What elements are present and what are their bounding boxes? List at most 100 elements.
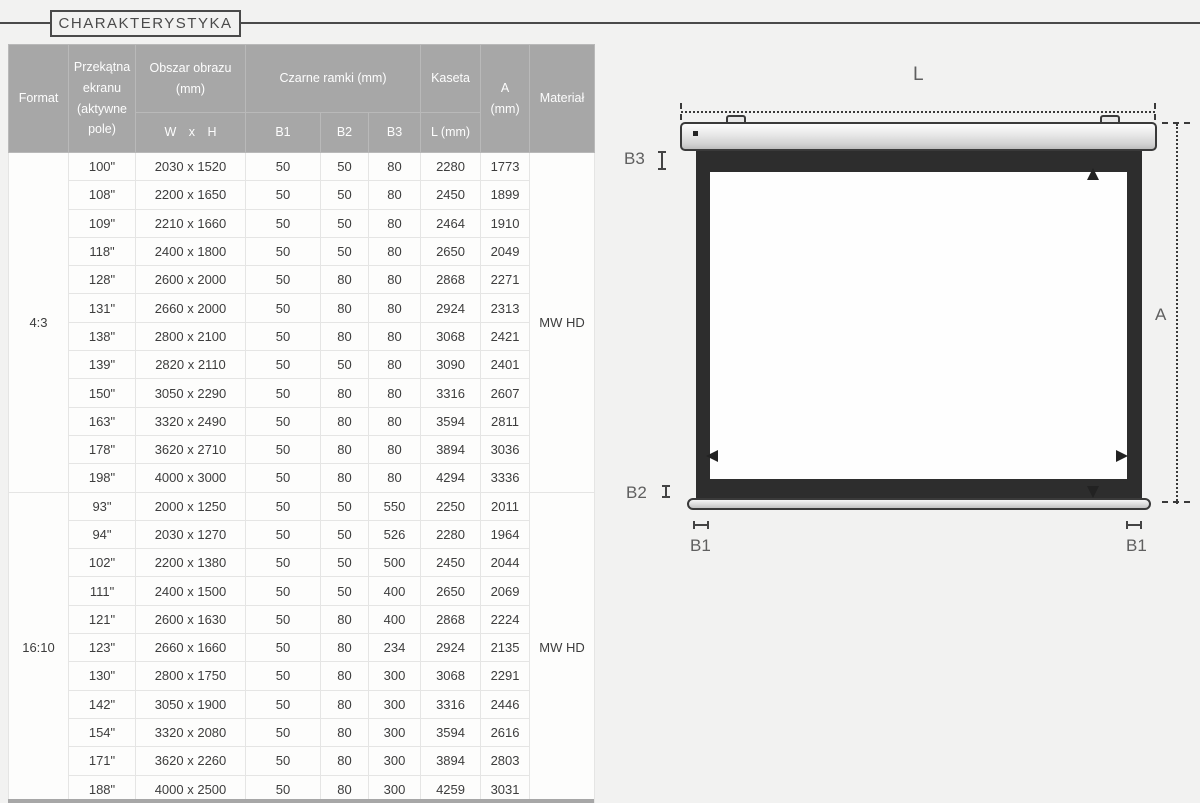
table-row: 121"2600 x 1630508040028682224 — [9, 605, 595, 633]
l-cell: 3068 — [421, 662, 481, 690]
material-cell: MW HD — [530, 153, 595, 493]
b1-cell: 50 — [246, 690, 321, 718]
a-cell: 2803 — [481, 747, 530, 775]
a-cell: 2011 — [481, 492, 530, 520]
table-row: 111"2400 x 1500505040026502069 — [9, 577, 595, 605]
col-header-b3: B3 — [369, 113, 421, 153]
dim-tick-l-right — [1154, 103, 1156, 120]
b3-cell: 300 — [369, 690, 421, 718]
wxh-cell: 3050 x 2290 — [136, 379, 246, 407]
next-section-header-strip — [8, 799, 594, 803]
b1-cell: 50 — [246, 492, 321, 520]
dim-mark-b1-right — [1126, 521, 1142, 529]
l-cell: 2924 — [421, 634, 481, 662]
diagonal-cell: 142" — [69, 690, 136, 718]
diagonal-cell: 198" — [69, 464, 136, 492]
col-header-kaseta: Kaseta — [421, 45, 481, 113]
col-header-diagonal: Przekątna ekranu (aktywne pole) — [69, 45, 136, 153]
dim-label-a: A — [1155, 305, 1166, 325]
table-row: 138"2800 x 210050808030682421 — [9, 322, 595, 350]
col-header-wxh: W x H — [136, 113, 246, 153]
a-cell: 2049 — [481, 237, 530, 265]
b3-cell: 300 — [369, 747, 421, 775]
wxh-cell: 2030 x 1270 — [136, 520, 246, 548]
l-cell: 3090 — [421, 351, 481, 379]
table-row: 130"2800 x 1750508030030682291 — [9, 662, 595, 690]
b3-cell: 550 — [369, 492, 421, 520]
a-cell: 2044 — [481, 549, 530, 577]
b2-cell: 80 — [321, 690, 369, 718]
b1-cell: 50 — [246, 266, 321, 294]
b2-cell: 50 — [321, 181, 369, 209]
l-cell: 3594 — [421, 718, 481, 746]
b1-cell: 50 — [246, 435, 321, 463]
section-title-label: CHARAKTERYSTYKA — [59, 15, 233, 32]
material-cell: MW HD — [530, 492, 595, 803]
table-row: 128"2600 x 200050808028682271 — [9, 266, 595, 294]
a-cell: 2313 — [481, 294, 530, 322]
b1-cell: 50 — [246, 379, 321, 407]
b1-cell: 50 — [246, 634, 321, 662]
dim-tick-l-left — [680, 103, 682, 120]
l-cell: 2650 — [421, 577, 481, 605]
b2-cell: 80 — [321, 407, 369, 435]
diagonal-cell: 108" — [69, 181, 136, 209]
diagonal-cell: 154" — [69, 718, 136, 746]
b1-cell: 50 — [246, 605, 321, 633]
wxh-cell: 2400 x 1500 — [136, 577, 246, 605]
wxh-cell: 3620 x 2710 — [136, 435, 246, 463]
section-title: CHARAKTERYSTYKA — [50, 10, 241, 37]
wxh-cell: 2000 x 1250 — [136, 492, 246, 520]
b3-cell: 80 — [369, 379, 421, 407]
wxh-cell: 2600 x 1630 — [136, 605, 246, 633]
b3-cell: 80 — [369, 407, 421, 435]
table-row: 108"2200 x 165050508024501899 — [9, 181, 595, 209]
table-row: 131"2660 x 200050808029242313 — [9, 294, 595, 322]
wxh-cell: 2200 x 1380 — [136, 549, 246, 577]
b1-cell: 50 — [246, 153, 321, 181]
page: { "page": { "title": "CHARAKTERYSTYKA", … — [0, 0, 1200, 803]
col-header-l: L (mm) — [421, 113, 481, 153]
dim-line-a — [1176, 124, 1178, 504]
b3-cell: 300 — [369, 718, 421, 746]
l-cell: 3894 — [421, 747, 481, 775]
screen-surface — [710, 172, 1127, 479]
b1-cell: 50 — [246, 662, 321, 690]
table-row: 118"2400 x 180050508026502049 — [9, 237, 595, 265]
b3-cell: 80 — [369, 435, 421, 463]
diagonal-cell: 93" — [69, 492, 136, 520]
wxh-cell: 2820 x 2110 — [136, 351, 246, 379]
b3-cell: 400 — [369, 605, 421, 633]
table-row: 198"4000 x 300050808042943336 — [9, 464, 595, 492]
l-cell: 2464 — [421, 209, 481, 237]
b3-cell: 400 — [369, 577, 421, 605]
b2-cell: 50 — [321, 549, 369, 577]
wxh-cell: 2400 x 1800 — [136, 237, 246, 265]
dim-label-l: L — [913, 64, 924, 86]
col-header-image-area: Obszar obrazu (mm) — [136, 45, 246, 113]
b1-cell: 50 — [246, 718, 321, 746]
table-row: 142"3050 x 1900508030033162446 — [9, 690, 595, 718]
table-row: 171"3620 x 2260508030038942803 — [9, 747, 595, 775]
b3-cell: 80 — [369, 153, 421, 181]
b1-cell: 50 — [246, 747, 321, 775]
b1-cell: 50 — [246, 407, 321, 435]
b1-cell: 50 — [246, 322, 321, 350]
b3-cell: 500 — [369, 549, 421, 577]
spec-table-head: Format Przekątna ekranu (aktywne pole) O… — [9, 45, 595, 153]
diagonal-cell: 111" — [69, 577, 136, 605]
table-row: 150"3050 x 229050808033162607 — [9, 379, 595, 407]
wxh-cell: 2210 x 1660 — [136, 209, 246, 237]
spec-table-body: 4:3100"2030 x 152050508022801773MW HD108… — [9, 153, 595, 803]
table-row: 16:1093"2000 x 1250505055022502011MW HD — [9, 492, 595, 520]
table-row: 4:3100"2030 x 152050508022801773MW HD — [9, 153, 595, 181]
a-cell: 2401 — [481, 351, 530, 379]
b3-cell: 80 — [369, 351, 421, 379]
l-cell: 2924 — [421, 294, 481, 322]
col-header-b2: B2 — [321, 113, 369, 153]
format-cell: 4:3 — [9, 153, 69, 493]
a-cell: 1773 — [481, 153, 530, 181]
l-cell: 3894 — [421, 435, 481, 463]
col-header-format: Format — [9, 45, 69, 153]
diagonal-cell: 109" — [69, 209, 136, 237]
